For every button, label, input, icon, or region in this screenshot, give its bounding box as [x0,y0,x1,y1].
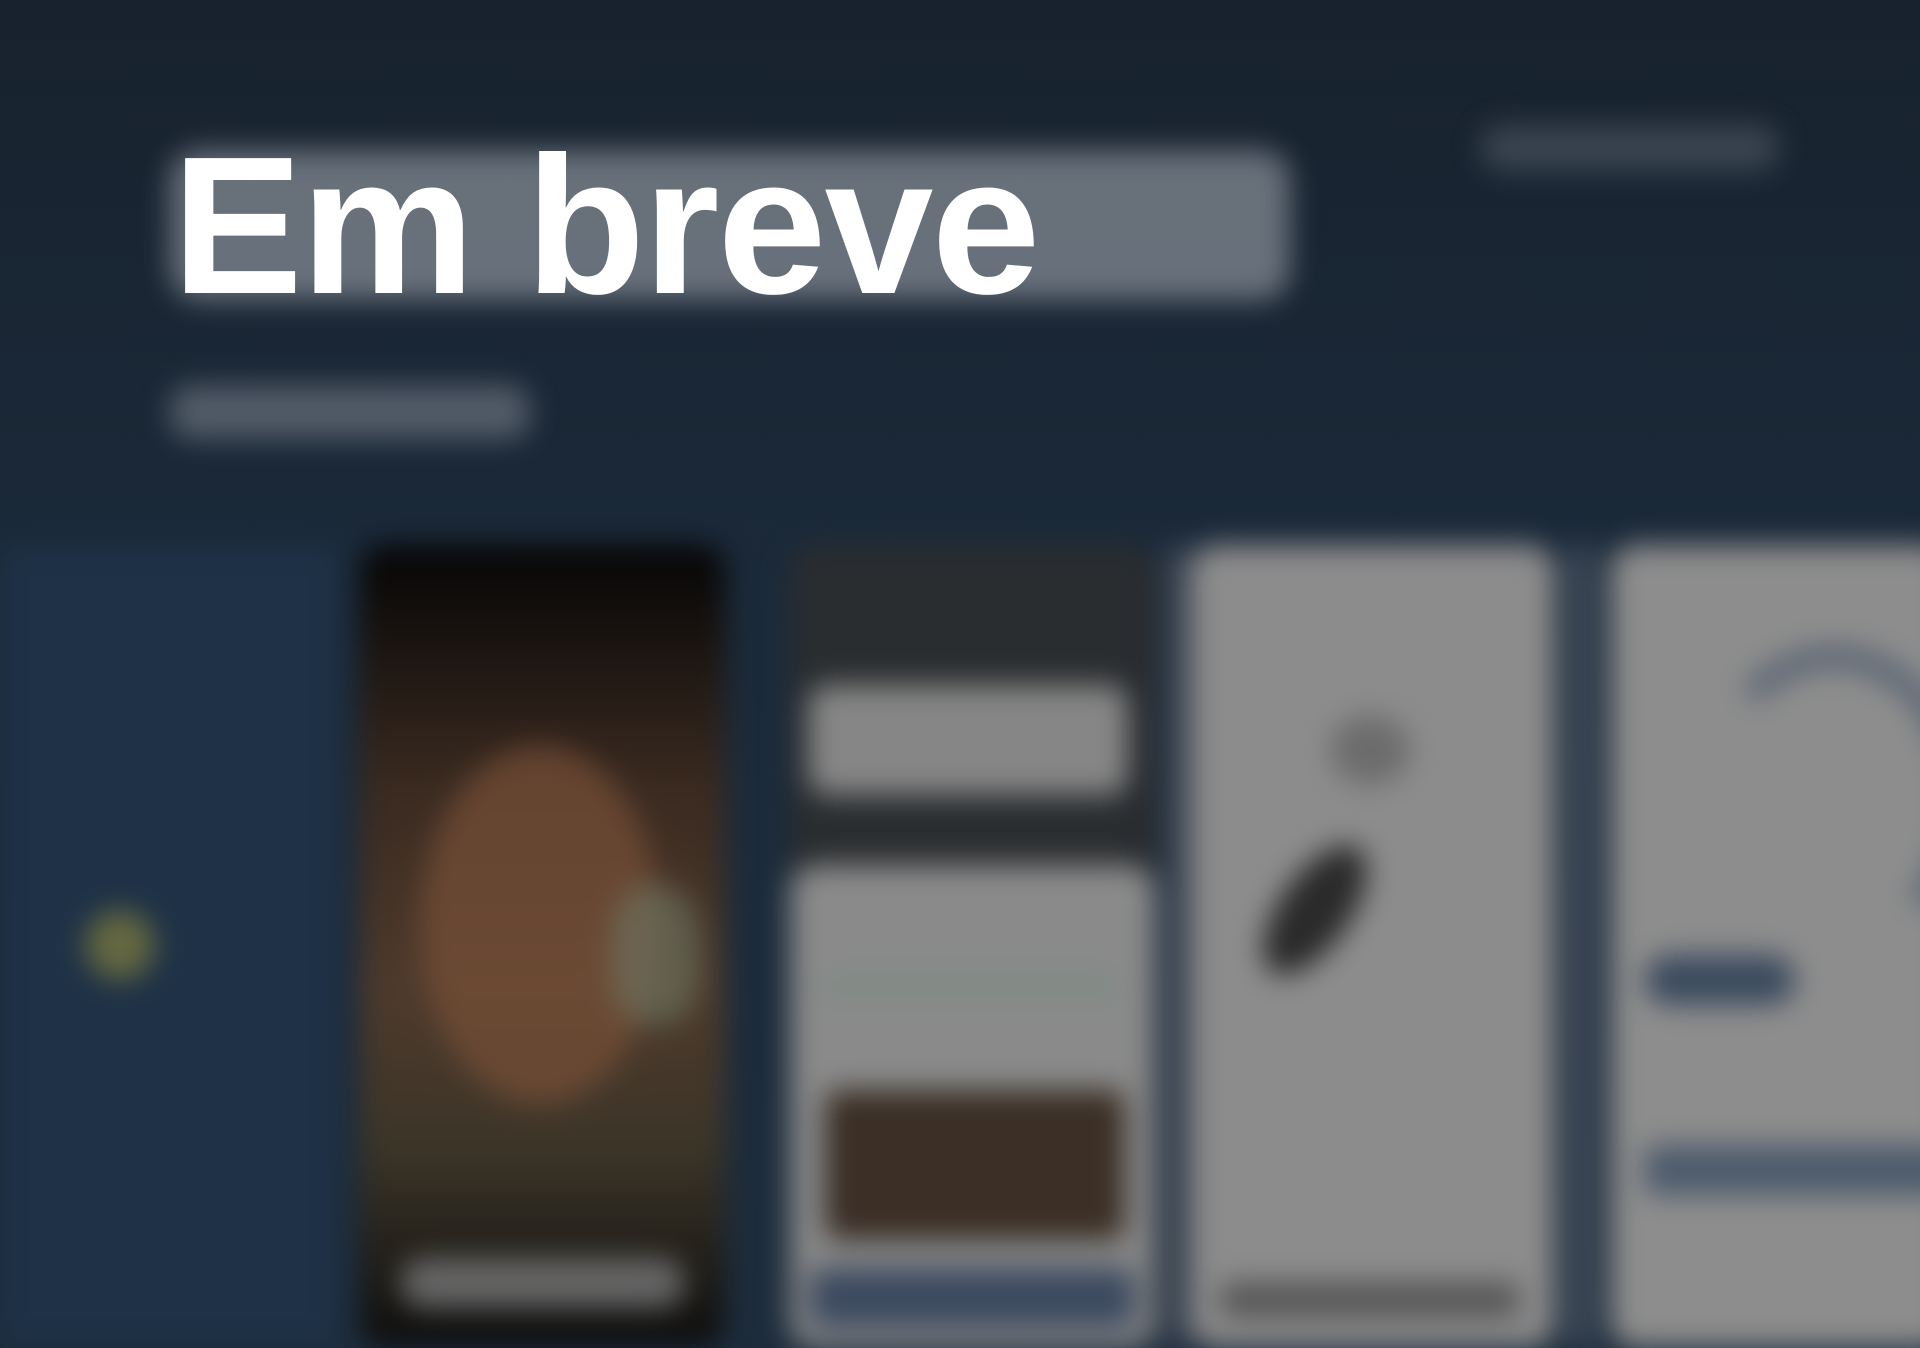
blurred-card [360,545,725,1348]
blurred-button [1480,125,1780,171]
blurred-side-panel [0,545,340,1348]
blurred-card [1190,545,1555,1348]
page-title: Em breve [172,116,1040,335]
blurred-dot [85,910,155,980]
blurred-card [790,545,1155,1348]
coming-soon-screen: Em breve [0,0,1920,1348]
blurred-card [1610,545,1920,1348]
blurred-subheading [170,385,530,439]
